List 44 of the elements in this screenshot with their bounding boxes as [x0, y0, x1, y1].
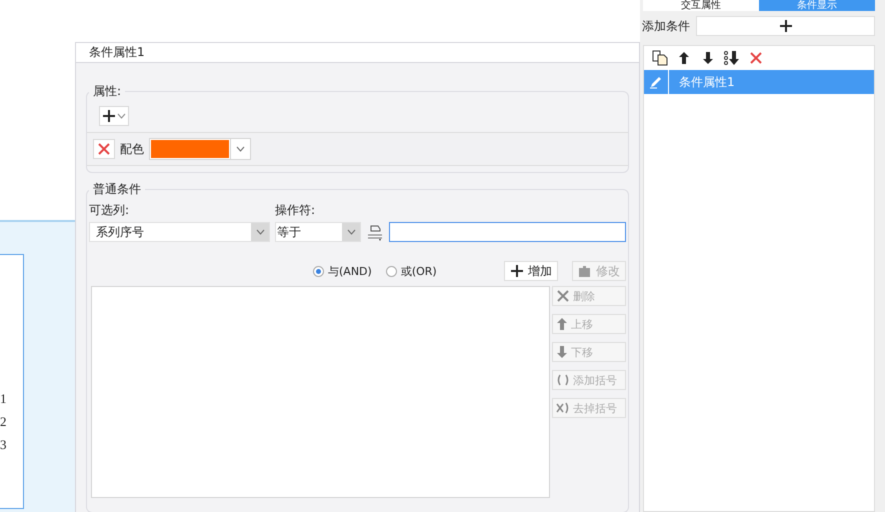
panel-tab[interactable]: 条件显示 — [759, 0, 875, 11]
move-bottom-button[interactable] — [722, 48, 742, 68]
field-label: 操作符: — [275, 202, 316, 219]
caret-icon — [236, 146, 245, 152]
plus-icon — [778, 19, 792, 33]
dialog-title: 条件属性1 — [76, 43, 639, 63]
plus-icon — [510, 264, 524, 278]
add-condition-label: 添加条件 — [642, 18, 690, 34]
add-property-button[interactable] — [99, 106, 129, 126]
color-picker[interactable] — [149, 138, 251, 160]
move-bottom-icon — [723, 50, 741, 66]
arrow-down-icon — [702, 51, 714, 65]
plus-icon — [102, 109, 116, 123]
logic-radio[interactable]: 与(AND) — [313, 264, 372, 278]
remove-brackets-icon — [556, 401, 570, 415]
arrow-up-icon — [678, 51, 690, 65]
field-label: 可选列: — [89, 202, 130, 219]
close-icon — [556, 289, 570, 303]
puzzle-icon — [578, 264, 592, 278]
arrow-up-icon — [556, 317, 568, 331]
axis-label: 3 — [0, 436, 8, 454]
group-legend: 属性: — [89, 83, 126, 100]
value-input[interactable] — [389, 222, 626, 242]
caret-icon — [117, 113, 126, 119]
caret-icon — [346, 229, 356, 235]
caret-icon — [256, 229, 264, 235]
condition-item[interactable]: 条件属性1 — [644, 70, 874, 94]
axis-label: 2 — [0, 413, 8, 431]
operator-select[interactable]: 等于 — [275, 222, 361, 242]
value-type-icon — [366, 223, 384, 241]
copy-button[interactable] — [650, 48, 670, 68]
arrow-down-icon — [556, 345, 568, 359]
logic-radio[interactable]: 或(OR) — [386, 264, 437, 278]
action-button[interactable]: 增加 — [504, 261, 558, 281]
property-label: 配色 — [120, 140, 144, 158]
brackets-icon — [556, 373, 570, 387]
remove-property-button[interactable] — [93, 139, 115, 159]
column-select[interactable]: 系列序号 — [89, 222, 270, 242]
group-legend: 普通条件 — [89, 181, 145, 198]
close-icon — [97, 142, 111, 156]
copy-icon — [652, 50, 668, 66]
pencil-icon — [649, 75, 663, 89]
close-icon — [749, 51, 763, 65]
axis-label: 1 — [0, 390, 8, 408]
